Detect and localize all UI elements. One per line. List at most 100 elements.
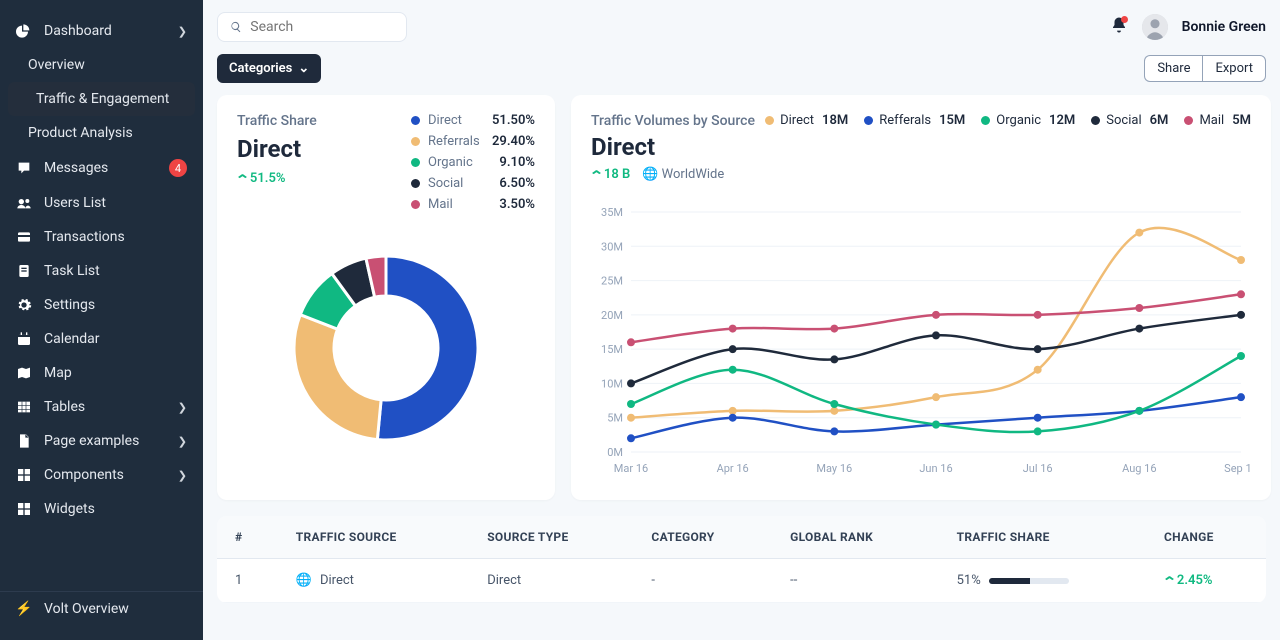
avatar-image	[1142, 14, 1168, 40]
cell-change: 2.45%	[1146, 559, 1266, 603]
categories-label: Categories	[229, 61, 292, 76]
cell-rank: 1	[217, 559, 278, 603]
svg-text:15M: 15M	[601, 343, 623, 356]
legend-dot	[765, 116, 774, 125]
legend-label: Referrals	[428, 134, 484, 149]
legend-dot	[1091, 116, 1100, 125]
legend-value: 15M	[939, 113, 965, 128]
nav-icon	[16, 23, 32, 39]
sidebar-item-users-list[interactable]: Users List	[0, 186, 203, 220]
table-row[interactable]: 1🌐DirectDirect---51%2.45%	[217, 559, 1266, 603]
legend-value: 6.50%	[499, 176, 535, 191]
svg-text:May 16: May 16	[816, 462, 852, 475]
share-button[interactable]: Share	[1144, 55, 1202, 82]
avatar[interactable]	[1142, 14, 1168, 40]
legend-dot	[1184, 116, 1193, 125]
table-header: GLOBAL RANK	[772, 516, 938, 559]
topbar: Bonnie Green	[217, 12, 1266, 42]
main-content: Bonnie Green Categories ⌄ Share Export T…	[203, 0, 1280, 640]
legend-label: Direct	[780, 113, 814, 128]
sidebar-item-label: Page examples	[44, 433, 139, 449]
sidebar-item-label: Map	[44, 365, 72, 381]
cell-category: -	[633, 559, 772, 603]
cell-type: Direct	[469, 559, 633, 603]
legend-value: 6M	[1150, 113, 1169, 128]
legend-dot	[411, 158, 420, 167]
sidebar-item-task-list[interactable]: Task List	[0, 254, 203, 288]
sidebar-item-label: Messages	[44, 160, 108, 176]
sidebar-item-traffic-engagement[interactable]: Traffic & Engagement	[8, 82, 195, 116]
traffic-share-title: Traffic Share	[237, 113, 317, 129]
search-icon	[230, 20, 242, 34]
sidebar-item-label: Users List	[44, 195, 106, 211]
legend-value: 51.50%	[492, 113, 535, 128]
sidebar-item-overview[interactable]: Overview	[0, 48, 203, 82]
legend-value: 18M	[822, 113, 848, 128]
legend-dot	[411, 179, 420, 188]
legend-dot	[411, 137, 420, 146]
legend-label: Mail	[428, 197, 484, 212]
legend-value: 3.50%	[499, 197, 535, 212]
globe-icon: 🌐	[296, 573, 312, 588]
legend-dot	[411, 116, 420, 125]
table-header: CATEGORY	[633, 516, 772, 559]
sidebar-item-label: Volt Overview	[44, 601, 129, 617]
sidebar-item-settings[interactable]: Settings	[0, 288, 203, 322]
svg-text:10M: 10M	[601, 377, 623, 390]
legend-label: Social	[428, 176, 484, 191]
sidebar-item-label: Components	[44, 467, 124, 483]
traffic-table-card: #TRAFFIC SOURCESOURCE TYPECATEGORYGLOBAL…	[217, 516, 1266, 603]
action-row: Categories ⌄ Share Export	[217, 54, 1266, 83]
export-button[interactable]: Export	[1202, 55, 1266, 82]
legend-value: 29.40%	[492, 134, 535, 149]
legend-value: 12M	[1049, 113, 1075, 128]
svg-text:25M: 25M	[601, 275, 623, 288]
legend-dot	[411, 200, 420, 209]
sidebar-item-label: Dashboard	[44, 23, 112, 39]
sidebar-item-dashboard[interactable]: Dashboard❯	[0, 14, 203, 48]
sidebar-item-map[interactable]: Map	[0, 356, 203, 390]
svg-text:Mar 16: Mar 16	[614, 462, 648, 475]
traffic-volumes-region: 🌐 WorldWide	[642, 167, 724, 182]
sidebar-item-widgets[interactable]: Widgets	[0, 492, 203, 526]
traffic-share-selected: Direct	[237, 135, 317, 163]
svg-text:Apr 16: Apr 16	[717, 462, 749, 475]
traffic-share-card: Traffic Share Direct 51.5% Direct51.50%R…	[217, 95, 555, 500]
sidebar-item-tables[interactable]: Tables❯	[0, 390, 203, 424]
sidebar-item-calendar[interactable]: Calendar	[0, 322, 203, 356]
username[interactable]: Bonnie Green	[1182, 19, 1266, 35]
chevron-right-icon: ❯	[178, 401, 187, 414]
sidebar-item-transactions[interactable]: Transactions	[0, 220, 203, 254]
sidebar-item-volt-overview[interactable]: ⚡ Volt Overview	[0, 592, 203, 626]
search-input-wrap[interactable]	[217, 12, 407, 42]
svg-text:5M: 5M	[607, 412, 623, 425]
nav-icon	[16, 399, 32, 415]
table-header: SOURCE TYPE	[469, 516, 633, 559]
sidebar-item-label: Settings	[44, 297, 95, 313]
legend-label: Refferals	[879, 113, 931, 128]
table-header: CHANGE	[1146, 516, 1266, 559]
donut-chart	[237, 218, 535, 458]
nav-icon	[16, 195, 32, 211]
sidebar: Dashboard❯OverviewTraffic & EngagementPr…	[0, 0, 203, 640]
sidebar-item-components[interactable]: Components❯	[0, 458, 203, 492]
chevron-right-icon: ❯	[178, 435, 187, 448]
categories-button[interactable]: Categories ⌄	[217, 54, 321, 83]
sidebar-item-label: Product Analysis	[28, 125, 133, 141]
cell-global: --	[772, 559, 938, 603]
search-input[interactable]	[250, 19, 394, 35]
nav-icon	[16, 297, 32, 313]
svg-text:30M: 30M	[601, 240, 623, 253]
bolt-icon: ⚡	[16, 601, 32, 617]
sidebar-item-page-examples[interactable]: Page examples ❯	[0, 424, 203, 458]
cell-source: 🌐Direct	[278, 559, 469, 603]
legend-value: 9.10%	[499, 155, 535, 170]
sidebar-item-messages[interactable]: Messages4	[0, 150, 203, 186]
legend-label: Mail	[1199, 113, 1224, 128]
sidebar-item-product-analysis[interactable]: Product Analysis	[0, 116, 203, 150]
notifications-button[interactable]	[1110, 16, 1128, 38]
traffic-volumes-title: Traffic Volumes by Source	[591, 113, 755, 129]
legend-value: 5M	[1232, 113, 1251, 128]
nav-icon	[16, 433, 32, 449]
traffic-share-legend: Direct51.50%Referrals29.40%Organic9.10%S…	[411, 113, 535, 218]
